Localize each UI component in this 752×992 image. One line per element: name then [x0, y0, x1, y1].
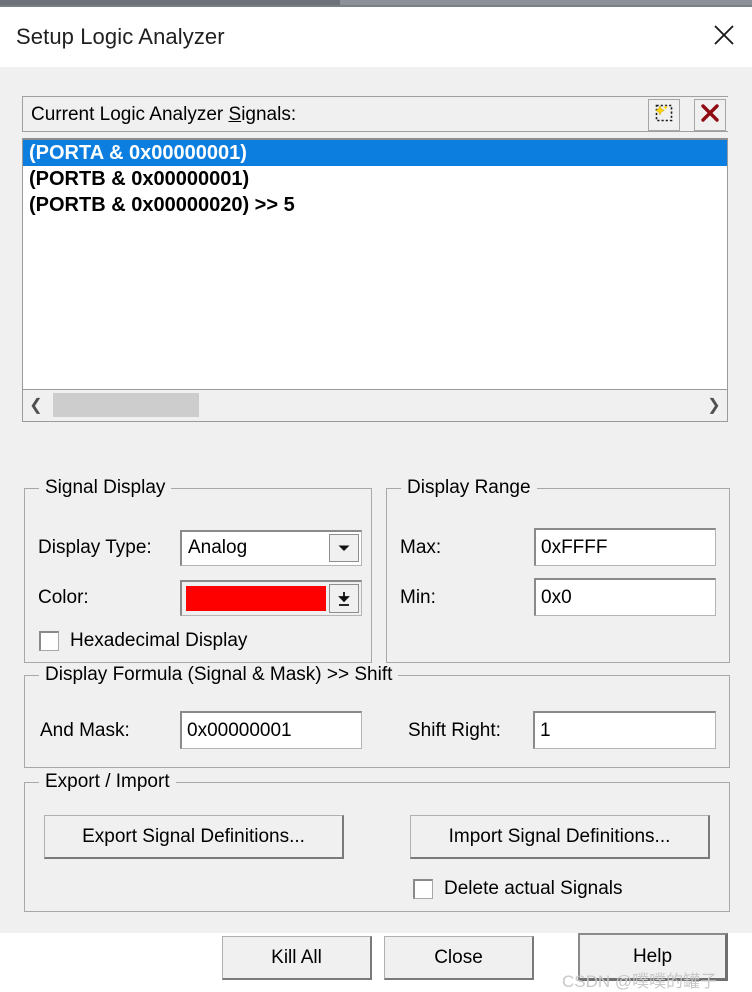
and-mask-label: And Mask: [40, 720, 130, 741]
new-signal-button[interactable] [648, 99, 680, 131]
signal-display-group-title: Signal Display [39, 477, 172, 499]
delete-actual-signals-checkbox[interactable]: Delete actual Signals [413, 878, 623, 900]
display-type-select[interactable]: Analog [180, 530, 362, 566]
and-mask-input[interactable]: 0x00000001 [180, 711, 362, 749]
chevron-down-icon[interactable] [329, 534, 359, 562]
parent-window-edge [0, 0, 752, 7]
help-button[interactable]: Help [578, 933, 728, 981]
checkbox-box[interactable] [39, 631, 59, 651]
window-title: Setup Logic Analyzer [16, 24, 225, 49]
shift-right-label: Shift Right: [408, 720, 501, 741]
min-label: Min: [400, 587, 436, 608]
title-bar: Setup Logic Analyzer [0, 7, 752, 67]
hexadecimal-display-label: Hexadecimal Display [70, 630, 248, 651]
display-type-value: Analog [188, 537, 248, 558]
signals-header-bar: Current Logic Analyzer Signals: [22, 96, 728, 132]
color-swatch[interactable] [186, 586, 326, 611]
display-formula-group-title: Display Formula (Signal & Mask) >> Shift [39, 664, 399, 686]
dialog-body: Current Logic Analyzer Signals: (PORTA &… [0, 67, 752, 991]
min-input[interactable]: 0x0 [534, 578, 716, 616]
delete-signal-button[interactable] [694, 99, 726, 131]
list-item[interactable]: (PORTB & 0x00000001) [23, 166, 727, 192]
import-signal-definitions-button[interactable]: Import Signal Definitions... [410, 815, 710, 859]
checkbox-box[interactable] [413, 879, 433, 899]
display-range-group: Display Range [386, 477, 730, 663]
close-button[interactable] [696, 7, 752, 63]
signals-horizontal-scrollbar[interactable]: ❮ ❯ [22, 390, 728, 422]
chevron-left-icon[interactable]: ❮ [23, 390, 49, 420]
max-input[interactable]: 0xFFFF [534, 528, 716, 566]
export-signal-definitions-button[interactable]: Export Signal Definitions... [44, 815, 344, 859]
new-signal-icon [653, 102, 675, 129]
close-dialog-button[interactable]: Close [384, 936, 534, 980]
kill-all-button[interactable]: Kill All [222, 936, 372, 980]
signals-header-label: Current Logic Analyzer Signals: [31, 104, 297, 125]
hexadecimal-display-checkbox[interactable]: Hexadecimal Display [39, 630, 247, 652]
display-range-group-title: Display Range [401, 477, 537, 499]
delete-actual-signals-label: Delete actual Signals [444, 878, 623, 899]
chevron-right-icon[interactable]: ❯ [701, 390, 727, 420]
accelerator-s: S [228, 104, 242, 125]
color-dropdown-icon[interactable] [329, 584, 359, 613]
delete-signal-icon [699, 102, 721, 129]
export-import-group-title: Export / Import [39, 771, 176, 793]
color-label: Color: [38, 587, 89, 608]
display-type-label: Display Type: [38, 537, 152, 558]
max-label: Max: [400, 537, 442, 558]
shift-right-input[interactable]: 1 [533, 711, 716, 749]
list-item[interactable]: (PORTA & 0x00000001) [23, 140, 727, 166]
signals-list[interactable]: (PORTA & 0x00000001) (PORTB & 0x00000001… [22, 138, 728, 390]
list-item[interactable]: (PORTB & 0x00000020) >> 5 [23, 192, 727, 218]
close-icon [711, 22, 737, 48]
color-picker[interactable] [180, 580, 362, 616]
scrollbar-thumb[interactable] [53, 393, 199, 417]
